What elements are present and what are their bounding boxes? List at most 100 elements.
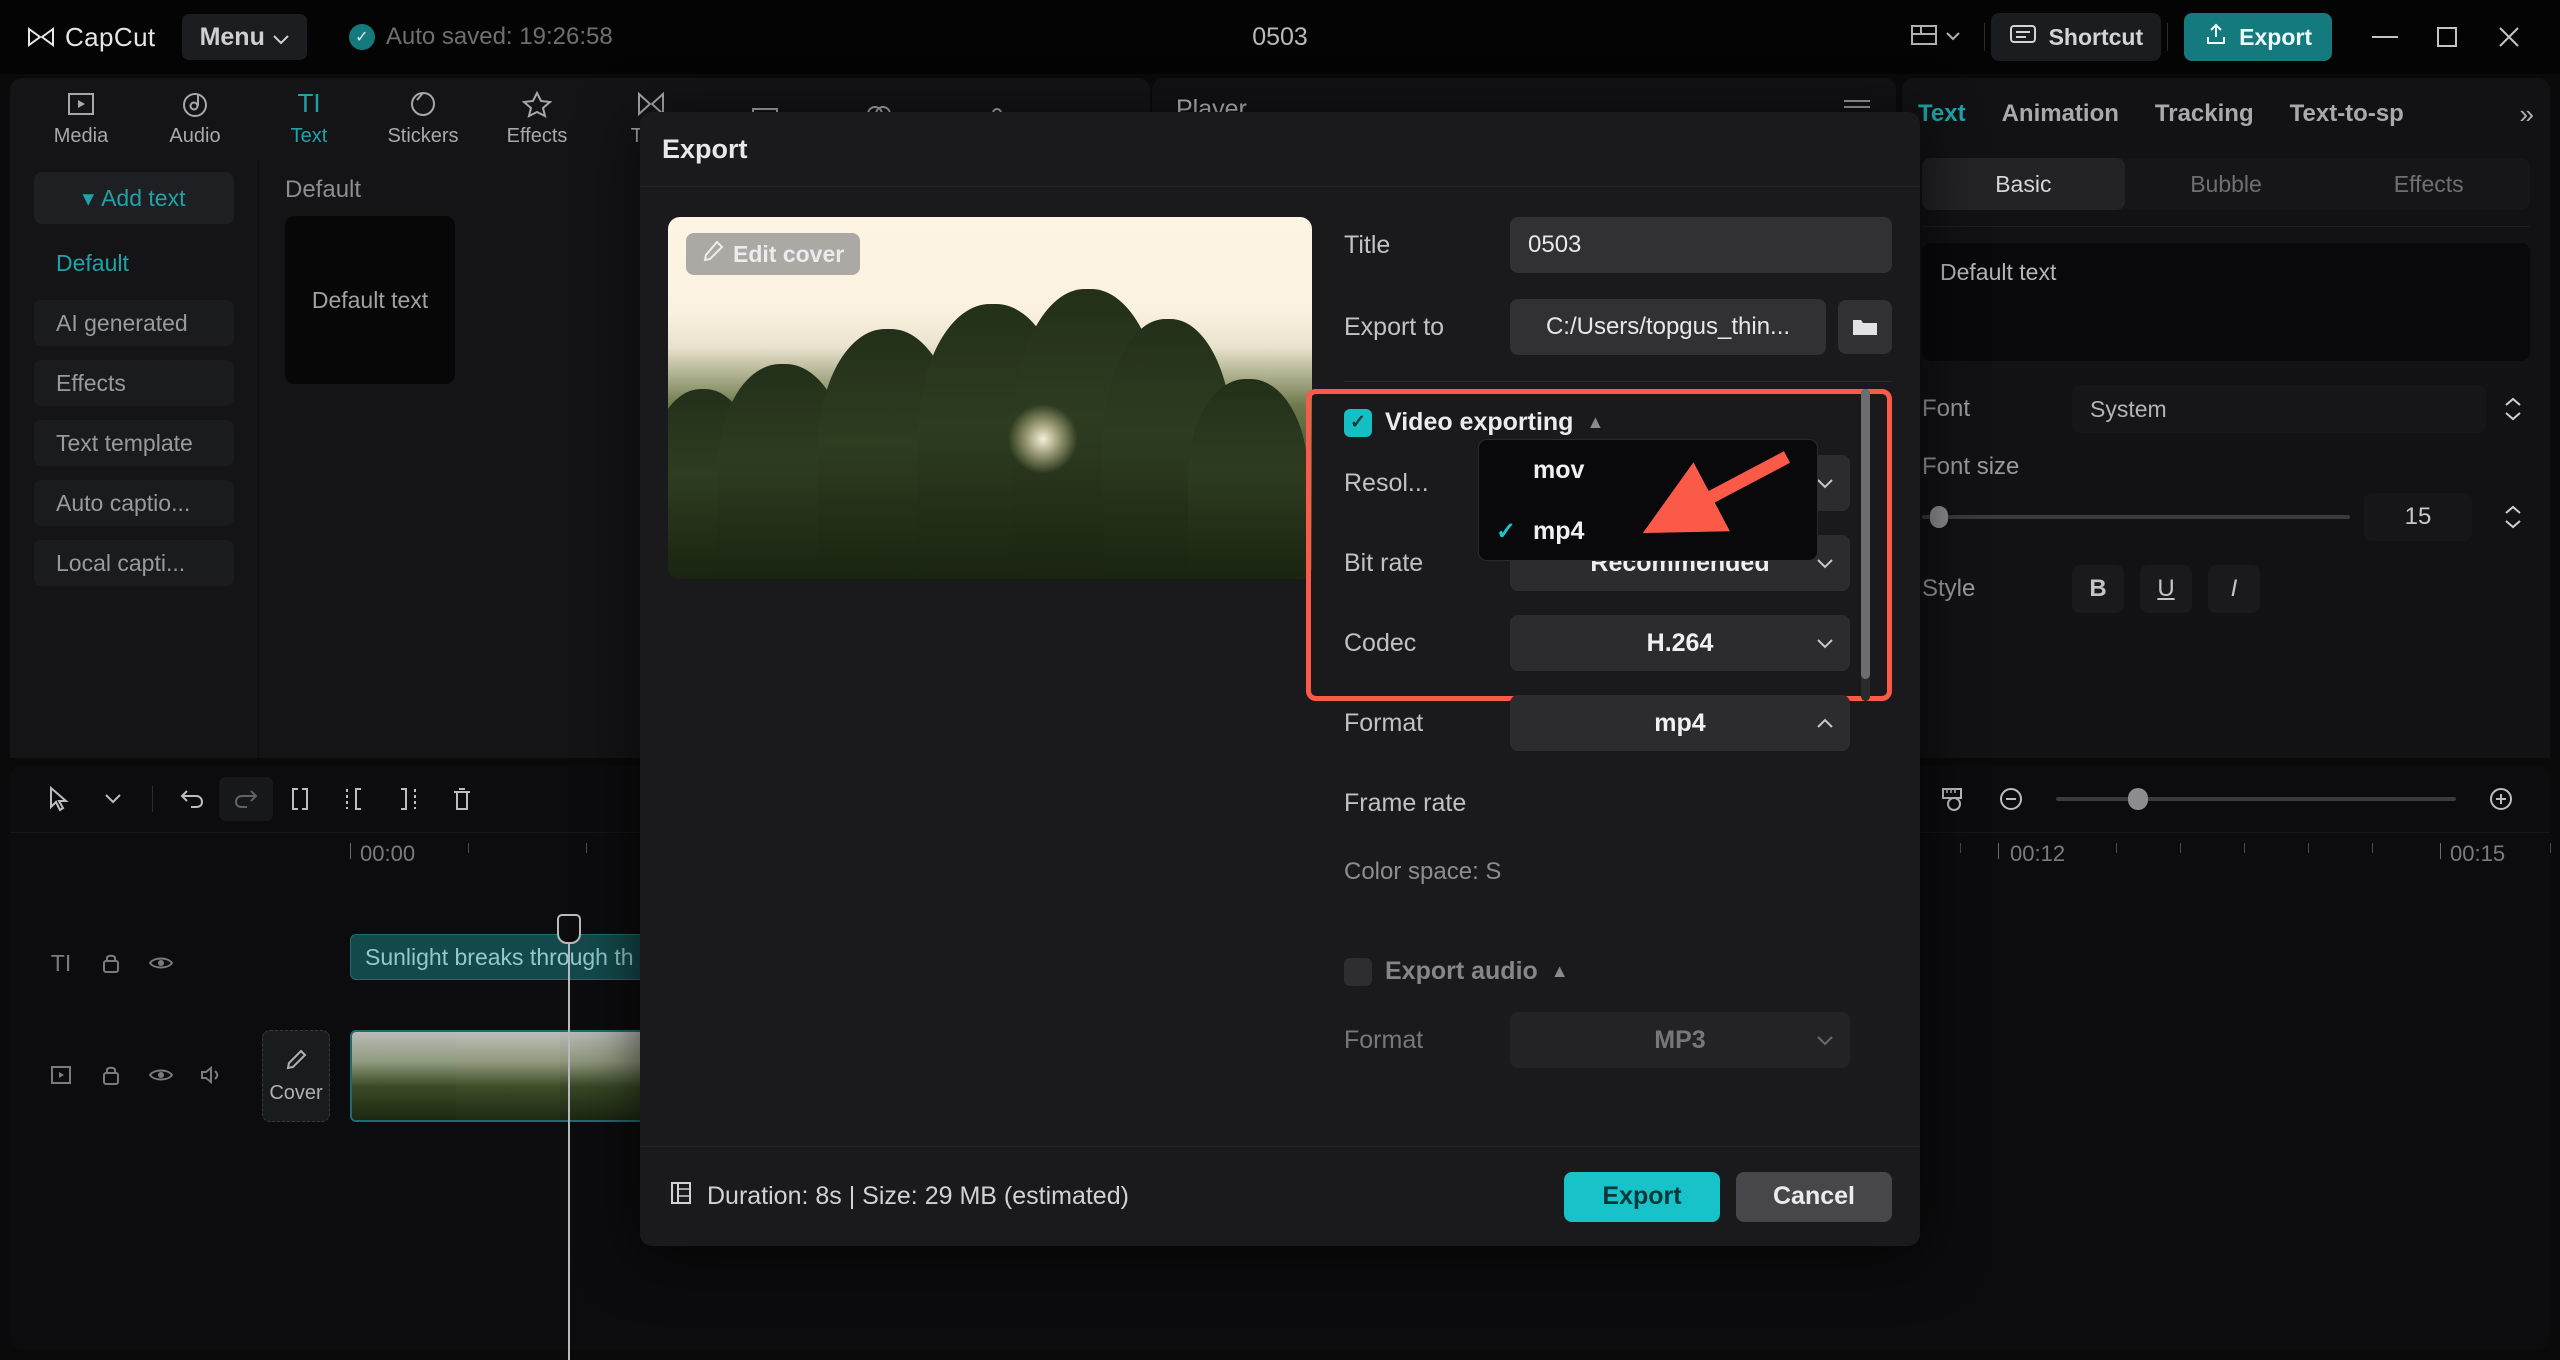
menu-label: Menu (199, 22, 265, 51)
lock-icon[interactable] (88, 1052, 134, 1098)
category-default[interactable]: Default (34, 240, 234, 286)
font-stepper[interactable] (2496, 397, 2530, 421)
font-select[interactable]: System (2072, 385, 2486, 433)
zoom-slider-handle[interactable] (2128, 788, 2148, 810)
zoom-in-icon[interactable] (2474, 777, 2528, 821)
shortcut-button[interactable]: Shortcut (1990, 13, 2162, 61)
dropdown-option-mp4[interactable]: ✓ mp4 (1479, 501, 1817, 562)
ruler-label-0: 00:00 (360, 841, 416, 866)
font-size-input[interactable]: 15 (2364, 493, 2472, 541)
category-effects[interactable]: Effects (34, 360, 234, 406)
style-label: Style (1922, 575, 1976, 602)
font-size-value: 15 (2404, 503, 2432, 530)
chevron-double-right-icon[interactable]: » (2520, 99, 2534, 130)
video-settings: Resol... 4K Bit rate Recommended (1344, 439, 1892, 1068)
nav-tab-audio[interactable]: Audio (138, 78, 252, 158)
close-button[interactable] (2478, 11, 2540, 63)
video-exporting-header[interactable]: ✓ Video exporting ▲ (1344, 408, 1892, 437)
text-icon: TI (297, 88, 321, 118)
export-audio-checkbox[interactable] (1344, 957, 1372, 986)
gallery-card-default-text[interactable]: Default text (285, 216, 455, 384)
maximize-button[interactable] (2416, 11, 2478, 63)
select-icon[interactable] (32, 777, 86, 821)
export-dialog-body: Edit cover Title 0503 Export to C:/Users… (640, 187, 1920, 1187)
tab-text[interactable]: Text (1918, 100, 1966, 128)
chevron-down-icon (1945, 28, 1960, 46)
text-content-input[interactable]: Default text (1922, 243, 2530, 361)
folder-icon[interactable] (1838, 300, 1892, 354)
tree-shape (1188, 379, 1308, 579)
tab-label: Animation (2001, 100, 2119, 127)
undo-icon[interactable] (165, 777, 219, 821)
layout-button[interactable] (1892, 23, 1978, 52)
subtab-bubble[interactable]: Bubble (2125, 158, 2328, 210)
codec-select[interactable]: H.264 (1510, 615, 1850, 671)
speaker-icon[interactable] (188, 1052, 234, 1098)
video-exporting-checkbox[interactable]: ✓ (1344, 408, 1372, 437)
film-icon (668, 1180, 694, 1213)
chevron-down-icon[interactable] (86, 777, 140, 821)
video-thumbnail-frame (352, 1032, 456, 1120)
text-subtabs: Basic Bubble Effects (1922, 158, 2530, 210)
nav-tab-media[interactable]: Media (24, 78, 138, 158)
split-icon[interactable] (273, 777, 327, 821)
caret-down-icon: ▾ (82, 184, 95, 211)
caret-up-icon: ▲ (1586, 412, 1605, 432)
nav-tab-label: Effects (506, 124, 568, 147)
add-text-button[interactable]: ▾ Add text (34, 172, 234, 224)
bold-button[interactable]: B (2072, 565, 2124, 613)
dropdown-option-mov[interactable]: mov (1479, 440, 1817, 501)
redo-icon[interactable] (219, 777, 273, 821)
font-size-slider[interactable] (1922, 506, 2350, 528)
export-button-top[interactable]: Export (2184, 13, 2332, 61)
nav-tab-text[interactable]: TI Text (252, 78, 366, 158)
zoom-slider[interactable] (2056, 788, 2456, 810)
tab-text-to-speech[interactable]: Text-to-sp (2290, 100, 2404, 128)
trim-right-icon[interactable] (381, 777, 435, 821)
title-input[interactable]: 0503 (1510, 217, 1892, 273)
export-audio-header[interactable]: Export audio ▲ (1344, 957, 1892, 986)
minimize-button[interactable] (2354, 11, 2416, 63)
bold-label: B (2089, 575, 2107, 602)
ruler-icon[interactable] (1926, 777, 1980, 821)
trim-left-icon[interactable] (327, 777, 381, 821)
export-dialog: Export Edit cover Title 0503 Export to C… (640, 112, 1920, 1246)
eye-icon[interactable] (138, 1052, 184, 1098)
track-header-video (38, 1044, 234, 1106)
playhead-handle[interactable] (557, 914, 581, 944)
export-path-input[interactable]: C:/Users/topgus_thin... (1510, 299, 1826, 355)
zoom-out-icon[interactable] (1984, 777, 2038, 821)
delete-icon[interactable] (435, 777, 489, 821)
category-ai-generated[interactable]: AI generated (34, 300, 234, 346)
audio-format-select[interactable]: MP3 (1510, 1012, 1850, 1068)
tab-tracking[interactable]: Tracking (2155, 100, 2254, 128)
lock-icon[interactable] (88, 940, 134, 986)
category-text-template[interactable]: Text template (34, 420, 234, 466)
export-confirm-button[interactable]: Export (1564, 1171, 1720, 1222)
export-confirm-label: Export (1602, 1182, 1682, 1210)
format-select[interactable]: mp4 (1510, 695, 1850, 751)
nav-tab-stickers[interactable]: Stickers (366, 78, 480, 158)
duration-text: Duration: 8s | Size: 29 MB (estimated) (707, 1182, 1129, 1210)
export-label: Export (2239, 23, 2312, 50)
eye-icon[interactable] (138, 940, 184, 986)
tab-animation[interactable]: Animation (2002, 100, 2119, 128)
italic-button[interactable]: I (2208, 565, 2260, 613)
category-auto-captions[interactable]: Auto captio... (34, 480, 234, 526)
nav-tab-effects[interactable]: Effects (480, 78, 594, 158)
cancel-button[interactable]: Cancel (1736, 1171, 1892, 1222)
sun-flare (1008, 404, 1078, 474)
subtab-effects[interactable]: Effects (2327, 158, 2530, 210)
menu-button[interactable]: Menu (181, 14, 307, 60)
subtab-basic[interactable]: Basic (1922, 158, 2125, 210)
slider-handle[interactable] (1930, 506, 1948, 528)
category-local-captions[interactable]: Local capti... (34, 540, 234, 586)
playhead[interactable] (557, 914, 581, 1360)
edit-cover-button[interactable]: Edit cover (686, 233, 861, 275)
format-dropdown[interactable]: mov ✓ mp4 (1478, 439, 1818, 561)
right-panel-tabs: Text Animation Tracking Text-to-sp » (1902, 78, 2550, 150)
cover-button[interactable]: Cover (262, 1030, 330, 1122)
cover-column: Edit cover (668, 217, 1312, 1187)
font-size-stepper[interactable] (2496, 505, 2530, 529)
underline-button[interactable]: U (2140, 565, 2192, 613)
